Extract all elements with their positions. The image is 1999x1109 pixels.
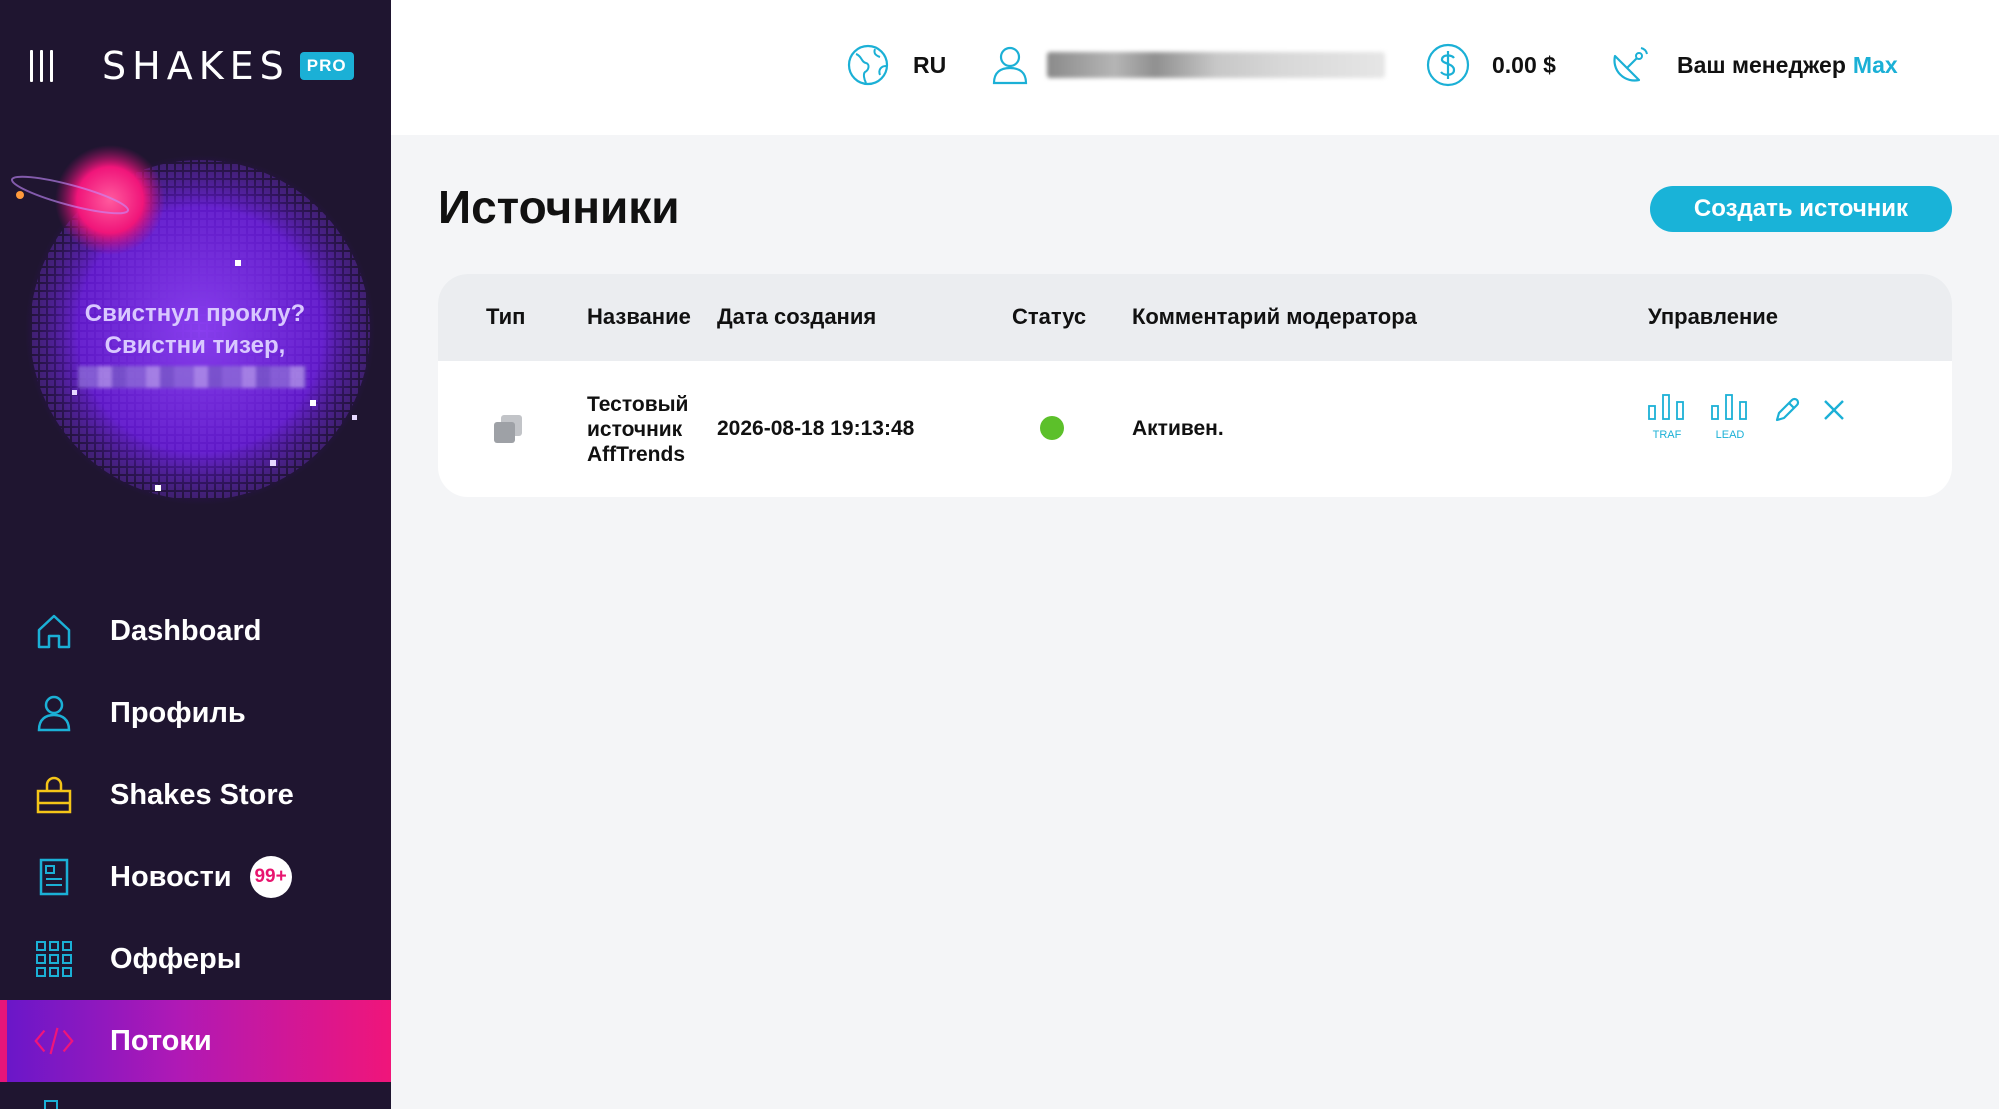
column-header-type: Тип [486, 304, 526, 329]
promo-text: Свистнул проклу? Свистни тизер, [40, 298, 350, 362]
sidebar: SHAKES PRO Свистнул проклу? Свистни тизе… [0, 0, 391, 1109]
balance[interactable]: 0.00 $ [1426, 40, 1556, 90]
logo[interactable]: SHAKES PRO [102, 44, 354, 88]
news-count-badge: 99+ [249, 856, 292, 898]
promo-redacted-text [78, 366, 306, 388]
column-header-status: Статус [1012, 304, 1087, 329]
sidebar-item-shakes-store[interactable]: Shakes Store [0, 754, 391, 836]
status-indicator [1040, 416, 1064, 440]
sidebar-item-label: Потоки [110, 1024, 212, 1057]
sidebar-item-offers[interactable]: Офферы [0, 918, 391, 1000]
sidebar-item-label: Профиль [110, 696, 246, 729]
bar-chart-icon [1648, 394, 1684, 420]
manager-label: Ваш менеджер [1677, 51, 1846, 78]
promo-line-2: Свистни тизер, [104, 332, 286, 359]
lead-label: LEAD [1715, 429, 1745, 441]
lead-stats-button[interactable]: LEAD [1710, 392, 1750, 441]
code-icon [34, 1021, 74, 1061]
sidebar-item-dashboard[interactable]: Dashboard [0, 590, 391, 672]
news-icon [34, 857, 74, 897]
globe-icon [847, 44, 889, 86]
sidebar-next-item-icon [44, 1100, 58, 1109]
table-header: Тип Название Дата создания Статус Коммен… [438, 274, 1952, 361]
column-header-date: Дата создания [717, 304, 877, 329]
close-icon [1824, 400, 1844, 420]
home-icon [34, 611, 74, 651]
pencil-icon [1775, 397, 1800, 422]
edit-button[interactable] [1773, 396, 1801, 429]
column-header-actions: Управление [1648, 304, 1779, 329]
logo-text: SHAKES [102, 44, 290, 88]
delete-button[interactable] [1822, 398, 1846, 427]
sidebar-item-label: Dashboard [110, 614, 262, 647]
user-icon [34, 693, 74, 733]
traf-label: TRAF [1652, 429, 1682, 441]
sidebar-item-streams[interactable]: Потоки [0, 1000, 391, 1082]
source-name[interactable]: Тестовый источник AffTrends [587, 392, 688, 467]
bar-chart-icon [1711, 394, 1747, 420]
sidebar-item-label: Shakes Store [110, 778, 294, 811]
sidebar-nav: Dashboard Профиль Shakes Store Новости 9… [0, 590, 391, 1082]
sidebar-item-label: Офферы [110, 942, 242, 975]
sidebar-item-profile[interactable]: Профиль [0, 672, 391, 754]
top-header: RU 0.00 $ Ваш менеджер Max [391, 0, 1999, 135]
create-source-button[interactable]: Создать источник [1650, 186, 1952, 232]
manager-contact[interactable]: Ваш менеджер Max [1609, 40, 1898, 90]
user-icon [992, 46, 1028, 85]
redacted-username [1047, 52, 1385, 78]
promo-line-1: Свистнул проклу? [84, 300, 306, 327]
balance-value: 0.00 $ [1492, 51, 1556, 78]
column-header-name: Название [587, 304, 691, 329]
source-type-icon [494, 415, 522, 443]
source-name-line-1: Тестовый [587, 393, 689, 416]
dollar-icon [1426, 43, 1470, 87]
sidebar-item-label: Новости [110, 860, 232, 893]
manager-name[interactable]: Max [1853, 52, 1898, 79]
grid-icon [34, 939, 74, 979]
menu-toggle-icon[interactable] [30, 50, 60, 82]
sources-table: Тип Название Дата создания Статус Коммен… [438, 274, 1952, 497]
moderator-comment: Активен. [1132, 417, 1224, 440]
logo-pro-badge: PRO [299, 52, 354, 80]
column-header-comment: Комментарий модератора [1132, 304, 1417, 329]
page-title: Источники [438, 181, 680, 233]
source-name-line-3: AffTrends [587, 443, 686, 466]
language-label: RU [913, 51, 947, 78]
created-date: 2026-08-18 19:13:48 [717, 417, 915, 440]
satellite-icon [1613, 47, 1648, 82]
shopping-bag-icon [34, 775, 74, 815]
language-selector[interactable]: RU [847, 40, 946, 90]
source-name-line-2: источник [587, 418, 683, 441]
promo-banner[interactable]: Свистнул проклу? Свистни тизер, [0, 140, 391, 540]
user-menu[interactable] [991, 40, 1385, 90]
traffic-stats-button[interactable]: TRAF [1647, 392, 1687, 441]
sidebar-item-news[interactable]: Новости 99+ [0, 836, 391, 918]
